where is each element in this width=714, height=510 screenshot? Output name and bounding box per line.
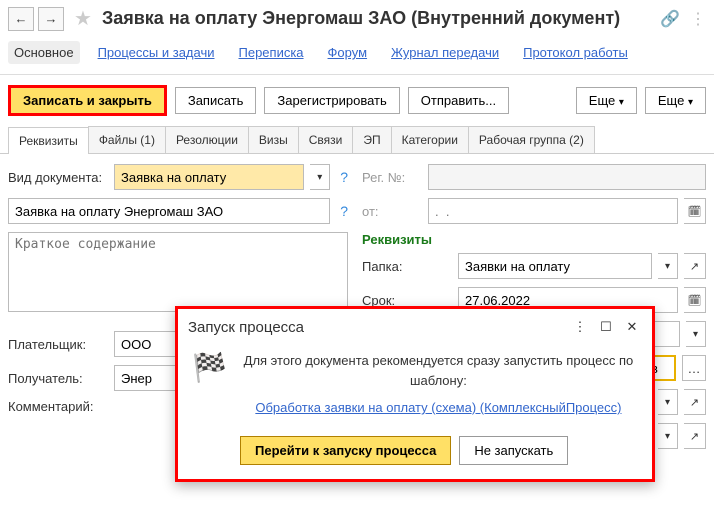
comment-label: Комментарий: <box>8 399 108 414</box>
section-tab-main[interactable]: Основное <box>8 41 80 64</box>
props-subheader: Реквизиты <box>362 232 706 247</box>
tab-workgroup[interactable]: Рабочая группа (2) <box>468 126 595 153</box>
doc-type-select[interactable] <box>114 164 304 190</box>
folder-dropdown-icon[interactable]: ▾ <box>658 253 678 279</box>
modal-more-icon[interactable]: ⋮ <box>570 317 590 337</box>
tab-visas[interactable]: Визы <box>248 126 299 153</box>
modal-body: 🏁 Для этого документа рекомендуется сраз… <box>178 345 652 424</box>
tab-links[interactable]: Связи <box>298 126 354 153</box>
section-tab-processes[interactable]: Процессы и задачи <box>92 41 221 64</box>
extra-dropdown-1-icon[interactable]: ▾ <box>658 389 678 415</box>
forward-button[interactable]: → <box>38 7 64 31</box>
due-calendar-icon[interactable]: 🗓 <box>684 287 706 313</box>
page-title: Заявка на оплату Энергомаш ЗАО (Внутренн… <box>102 8 650 29</box>
section-tab-forum[interactable]: Форум <box>322 41 374 64</box>
section-tabs: Основное Процессы и задачи Переписка Фор… <box>0 37 714 75</box>
more-button-2[interactable]: Еще ▾ <box>645 87 706 114</box>
modal-template-link[interactable]: Обработка заявки на оплату (схема) (Комп… <box>255 398 621 418</box>
action-bar: Записать и закрыть Записать Зарегистриро… <box>0 75 714 126</box>
modal-title: Запуск процесса <box>188 319 564 336</box>
doc-type-help-icon[interactable]: ? <box>340 169 348 185</box>
modal-skip-button[interactable]: Не запускать <box>459 436 568 465</box>
currency-dropdown-icon[interactable]: ▾ <box>686 321 706 347</box>
regno-label: Рег. №: <box>362 170 422 185</box>
doc-type-dropdown-icon[interactable]: ▾ <box>310 164 330 190</box>
top-toolbar: ← → ★ Заявка на оплату Энергомаш ЗАО (Вн… <box>0 0 714 37</box>
register-button[interactable]: Зарегистрировать <box>264 87 399 114</box>
modal-message: Для этого документа рекомендуется сразу … <box>239 351 638 390</box>
more-menu-icon[interactable]: ⋮ <box>690 9 706 29</box>
from-date-input[interactable] <box>428 198 678 224</box>
save-button[interactable]: Записать <box>175 87 257 114</box>
tab-props[interactable]: Реквизиты <box>8 127 89 154</box>
spacer <box>517 96 568 106</box>
from-label: от: <box>362 204 422 219</box>
regno-input <box>428 164 706 190</box>
modal-maximize-icon[interactable]: ☐ <box>596 317 616 337</box>
modal-go-button[interactable]: Перейти к запуску процесса <box>240 436 451 465</box>
doc-type-label: Вид документа: <box>8 170 108 185</box>
extra-open-2-icon[interactable]: ↗ <box>684 423 706 449</box>
link-icon[interactable]: 🔗 <box>660 9 680 29</box>
recipient-extra-browse-icon[interactable]: … <box>682 355 706 381</box>
subject-help-icon[interactable]: ? <box>340 203 348 219</box>
modal-text-block: Для этого документа рекомендуется сразу … <box>239 351 638 418</box>
more-button-1[interactable]: Еще ▾ <box>576 87 637 114</box>
checkered-flag-icon: 🏁 <box>192 351 227 418</box>
recipient-label: Получатель: <box>8 371 108 386</box>
payer-label: Плательщик: <box>8 337 108 352</box>
extra-open-1-icon[interactable]: ↗ <box>684 389 706 415</box>
section-tab-correspondence[interactable]: Переписка <box>233 41 310 64</box>
extra-dropdown-2-icon[interactable]: ▾ <box>658 423 678 449</box>
subject-input[interactable] <box>8 198 330 224</box>
tab-resolutions[interactable]: Резолюции <box>165 126 249 153</box>
modal-close-icon[interactable]: ✕ <box>622 317 642 337</box>
folder-open-icon[interactable]: ↗ <box>684 253 706 279</box>
favorite-star-icon[interactable]: ★ <box>74 6 92 31</box>
tab-files[interactable]: Файлы (1) <box>88 126 166 153</box>
section-tab-protocol[interactable]: Протокол работы <box>517 41 634 64</box>
send-button[interactable]: Отправить... <box>408 87 509 114</box>
folder-input[interactable] <box>458 253 652 279</box>
section-tab-transfer-log[interactable]: Журнал передачи <box>385 41 505 64</box>
save-and-close-button[interactable]: Записать и закрыть <box>8 85 167 116</box>
calendar-icon[interactable]: 🗓 <box>684 198 706 224</box>
tab-ep[interactable]: ЭП <box>352 126 391 153</box>
summary-textarea[interactable] <box>8 232 348 312</box>
process-launch-modal: Запуск процесса ⋮ ☐ ✕ 🏁 Для этого докуме… <box>175 306 655 482</box>
form-tabs: Реквизиты Файлы (1) Резолюции Визы Связи… <box>0 126 714 154</box>
modal-title-bar: Запуск процесса ⋮ ☐ ✕ <box>178 309 652 345</box>
tab-categories[interactable]: Категории <box>391 126 469 153</box>
folder-label: Папка: <box>362 259 452 274</box>
back-button[interactable]: ← <box>8 7 34 31</box>
modal-actions: Перейти к запуску процесса Не запускать <box>226 424 652 479</box>
